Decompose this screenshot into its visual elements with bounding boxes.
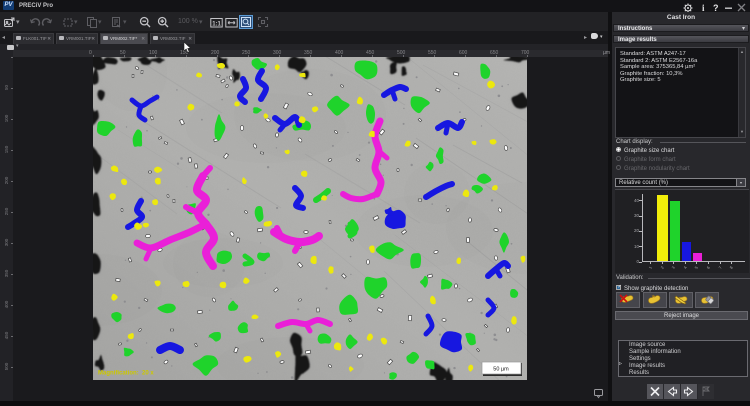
svg-text:50 µm: 50 µm	[493, 367, 509, 373]
svg-text:Magnification: 20 x: Magnification: 20 x	[98, 371, 154, 377]
svg-text:1:1: 1:1	[212, 21, 221, 27]
